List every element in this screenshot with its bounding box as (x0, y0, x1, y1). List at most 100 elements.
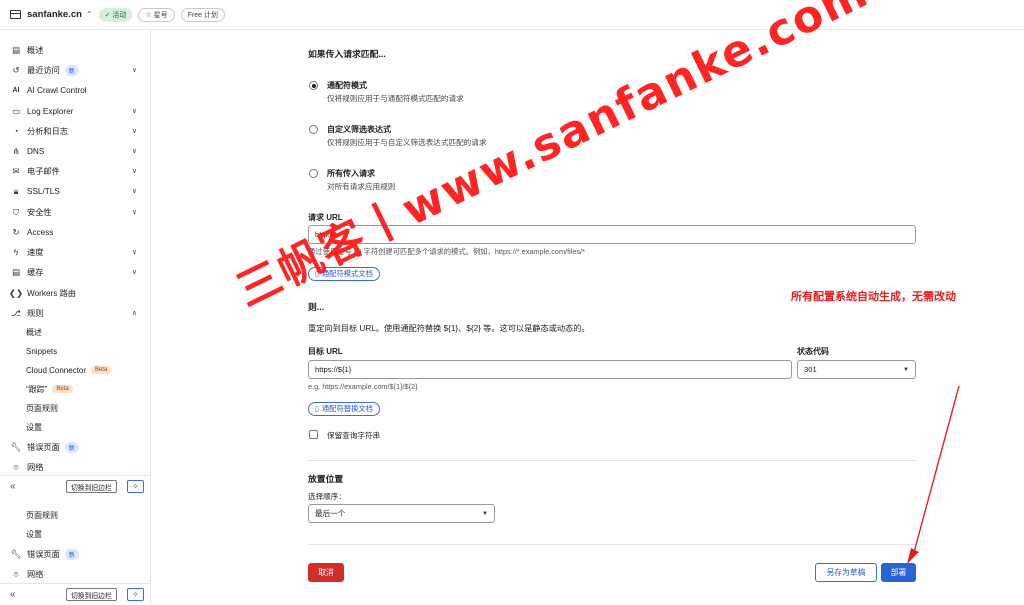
option-desc: 仅将规则应用于与通配符模式匹配的请求 (327, 94, 464, 103)
replacement-docs-button[interactable]: ▯ 通配符替换文档 (308, 402, 380, 416)
arrow-head (907, 548, 919, 564)
collapse-icon[interactable]: « (10, 589, 16, 600)
new-badge: 新 (64, 441, 79, 453)
new-badge: 新 (64, 548, 79, 560)
divider (308, 460, 916, 461)
sidebar-subitem-rules-overview[interactable]: 概述 (0, 323, 150, 341)
sidebar-item-overview[interactable]: ▤ 概述 (0, 41, 150, 59)
annotation-text: 所有配置系统自动生成，无需改动 (791, 291, 956, 303)
rules-icon: ⎇ (11, 307, 21, 318)
switch-sidebar-button[interactable]: 切换到旧边栏 (66, 588, 117, 601)
chevron-down-icon: ∨ (131, 148, 137, 155)
ai-icon: AI (12, 86, 20, 94)
workers-icon: ❮❯ (8, 287, 24, 298)
chevron-down-icon: ∨ (131, 67, 137, 74)
chevron-down-icon: ∨ (131, 188, 137, 195)
chevron-down-icon: ∨ (131, 249, 137, 256)
option-title: 通配符模式 (327, 81, 367, 90)
sidebar-item-recent[interactable]: ↺ 最近访问新 ∨ (0, 61, 150, 79)
log-icon: ▭ (11, 105, 21, 116)
placement-section-title: 放置位置 (308, 474, 344, 484)
radio-all-requests[interactable] (309, 169, 318, 178)
arrow-shaft (912, 385, 960, 557)
history-icon: ↺ (12, 64, 20, 75)
rule-form: 如果传入请求匹配... 通配符模式 仅将规则应用于与通配符模式匹配的请求 自定义… (152, 30, 1024, 605)
target-url-input[interactable]: https://${1} (308, 360, 792, 379)
sidebar-subitem-settings[interactable]: 设置 (0, 418, 150, 436)
mail-icon: ✉ (12, 165, 20, 176)
beta-badge: Beta (52, 385, 73, 393)
option-title: 所有传入请求 (327, 169, 375, 178)
radio-wildcard[interactable] (309, 81, 318, 90)
sidebar-item-speed[interactable]: ϟ 速度 ∨ (0, 243, 150, 261)
wildcard-docs-button[interactable]: ▯ 通配符模式文档 (308, 267, 380, 281)
then-description: 重定向到目标 URL。使用通配符替换 ${1}、${2} 等。这可以是静态或动态… (308, 324, 590, 333)
new-badge: 新 (64, 64, 79, 76)
location-pin-icon: ⌾ (13, 568, 19, 579)
sidebar-subitem-page-rules[interactable]: 页面规则 (0, 506, 150, 524)
access-icon: ↻ (12, 226, 20, 237)
ai-assistant-icon[interactable]: ✧ (127, 588, 144, 601)
ai-assistant-icon[interactable]: ✧ (127, 480, 144, 493)
sidebar-footer: « 切换到旧边栏 ✧ (0, 475, 150, 497)
order-label: 选择顺序： (308, 492, 346, 501)
switch-sidebar-button[interactable]: 切换到旧边栏 (66, 480, 117, 493)
network-icon: ⋔ (12, 145, 20, 156)
status-badge: ✓ 活动 (98, 7, 133, 22)
preserve-query-checkbox[interactable] (309, 430, 318, 439)
sidebar-subitem-settings[interactable]: 设置 (0, 525, 150, 543)
shield-icon: ⛉ (12, 206, 20, 217)
sidebar-item-network[interactable]: ⌾ 网络 (0, 458, 150, 476)
sidebar-item-log-explorer[interactable]: ▭ Log Explorer ∨ (0, 102, 150, 120)
sidebar-footer: « 切换到旧边栏 ✧ (0, 583, 150, 605)
chevron-down-icon: ∨ (131, 168, 137, 175)
sidebar-item-ssl[interactable]: 🔒︎ SSL/TLS ∨ (0, 182, 150, 200)
sidebar-item-cache[interactable]: ▤ 缓存 ∨ (0, 263, 150, 281)
sidebar-item-rules[interactable]: ⎇ 规则 ∧ (0, 304, 150, 322)
then-section-title: 则... (308, 302, 325, 312)
sidebar-item-analytics[interactable]: ◔ 分析和日志 ∨ (0, 122, 150, 140)
sidebar-item-email[interactable]: ✉ 电子邮件 ∨ (0, 162, 150, 180)
chevron-up-down-icon[interactable]: ⌃ (86, 10, 93, 19)
save-draft-button[interactable]: 另存为草稿 (815, 563, 877, 582)
wrench-icon: 🔧︎ (10, 548, 22, 559)
star-button[interactable]: ☆ 星号 (138, 7, 175, 22)
option-desc: 仅将规则应用于与自定义筛选表达式匹配的请求 (327, 138, 487, 147)
order-select[interactable]: 最后一个 ▼ (308, 504, 495, 523)
sidebar-item-workers-routes[interactable]: ❮❯ Workers 路由 (0, 284, 150, 302)
chevron-down-icon: ∨ (131, 108, 137, 115)
location-pin-icon: ⌾ (13, 461, 19, 472)
lock-icon: 🔒︎ (13, 185, 19, 196)
sidebar-item-network[interactable]: ⌾ 网络 (0, 565, 150, 583)
sidebar-subitem-snippets[interactable]: Snippets (0, 342, 150, 360)
annotation-arrow (907, 385, 960, 564)
sidebar-item-access[interactable]: ↻ Access (0, 223, 150, 241)
plan-badge: Free 计划 (180, 7, 226, 22)
request-url-input[interactable]: http://* (308, 225, 916, 244)
caret-down-icon: ▼ (903, 366, 909, 373)
chevron-up-icon: ∧ (131, 310, 137, 317)
radio-custom-filter[interactable] (309, 125, 318, 134)
site-name[interactable]: sanfanke.cn (27, 9, 82, 20)
sidebar-subitem-page-rules[interactable]: 页面规则 (0, 399, 150, 417)
sidebar: ▤ 概述 ↺ 最近访问新 ∨ AI AI Crawl Control ▭ Log Expl… (0, 30, 151, 605)
top-bar: sanfanke.cn ⌃ ✓ 活动 ☆ 星号 Free 计划 (0, 0, 1024, 30)
sidebar-item-dns[interactable]: ⋔ DNS ∨ (0, 142, 150, 160)
status-code-select[interactable]: 301 ▼ (797, 360, 916, 379)
sidebar-item-error-pages[interactable]: 🔧︎ 错误页面新 (0, 438, 150, 456)
collapse-icon[interactable]: « (10, 481, 16, 492)
sidebar-item-security[interactable]: ⛉ 安全性 ∨ (0, 203, 150, 221)
request-url-label: 请求 URL (308, 213, 343, 222)
option-title: 自定义筛选表达式 (327, 125, 391, 134)
caret-down-icon: ▼ (482, 510, 488, 517)
storage-icon: ▤ (11, 266, 21, 277)
sidebar-subitem-cloud-connector[interactable]: Cloud Connector Beta (0, 361, 150, 379)
target-url-hint: e.g. https://example.com/${1}/${2} (308, 382, 418, 391)
sidebar-subitem-trace[interactable]: “跟踪” Beta (0, 380, 150, 398)
cancel-button[interactable]: 取消 (308, 563, 344, 582)
chart-pie-icon: ◔ (13, 126, 19, 136)
book-icon: ▯ (315, 406, 319, 413)
sidebar-item-ai-crawl[interactable]: AI AI Crawl Control (0, 81, 150, 99)
sidebar-item-error-pages[interactable]: 🔧︎ 错误页面新 (0, 545, 150, 563)
book-icon: ▯ (315, 271, 319, 278)
